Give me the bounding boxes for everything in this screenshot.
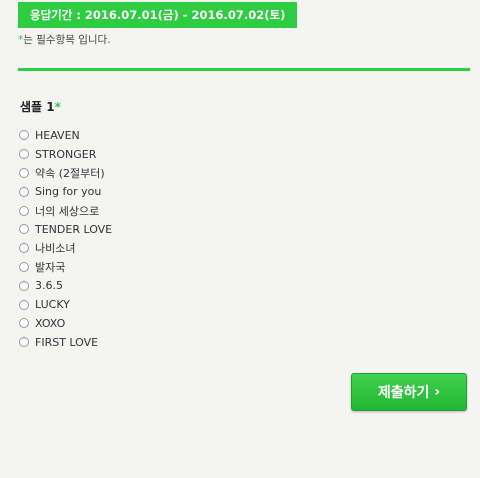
response-period-banner: 응답기간 : 2016.07.01(금) - 2016.07.02(토) (18, 2, 298, 28)
option-3-6-5[interactable]: 3.6.5 (19, 276, 112, 295)
option-label: TENDER LOVE (35, 222, 113, 236)
option-label: STRONGER (35, 147, 97, 161)
option-stronger[interactable]: STRONGER (19, 145, 112, 164)
radio-button[interactable] (19, 318, 29, 329)
radio-button[interactable] (19, 224, 29, 235)
option-label: 3.6.5 (35, 279, 63, 293)
radio-button[interactable] (19, 130, 29, 141)
option-first-love[interactable]: FIRST LOVE (19, 333, 112, 352)
radio-button[interactable] (19, 261, 29, 272)
option-footprints[interactable]: 발자국 (19, 258, 112, 277)
option-sing-for-you[interactable]: Sing for you (19, 182, 112, 201)
option-label: 약속 (2절부터) (35, 166, 105, 180)
radio-button[interactable] (19, 186, 29, 197)
required-note-text: 는 필수항목 입니다. (23, 34, 111, 46)
option-label: HEAVEN (35, 128, 80, 142)
option-heaven[interactable]: HEAVEN (19, 126, 112, 145)
radio-button[interactable] (19, 337, 29, 348)
option-promise[interactable]: 약속 (2절부터) (19, 164, 112, 183)
radio-button[interactable] (19, 299, 29, 310)
option-butterfly-girl[interactable]: 나비소녀 (19, 239, 112, 258)
option-label: 발자국 (35, 260, 66, 274)
option-label: 나비소녀 (35, 242, 76, 256)
required-note: *는 필수항목 입니다. (18, 32, 111, 47)
radio-button[interactable] (19, 280, 29, 291)
radio-button[interactable] (19, 149, 29, 160)
option-label: XOXO (35, 316, 66, 330)
submit-label: 제출하기 (377, 385, 430, 401)
option-your-world[interactable]: 너의 세상으로 (19, 201, 112, 220)
required-star: * (54, 100, 61, 114)
option-label: Sing for you (35, 185, 102, 199)
chevron-right-icon: › (434, 384, 441, 400)
option-label: LUCKY (35, 298, 70, 312)
question-title-text: 샘플 1 (20, 100, 55, 114)
option-label: 너의 세상으로 (35, 204, 100, 218)
option-list: HEAVEN STRONGER 약속 (2절부터) Sing for you 너… (19, 126, 112, 352)
option-lucky[interactable]: LUCKY (19, 295, 112, 314)
question-title: 샘플 1* (20, 98, 61, 115)
option-label: FIRST LOVE (35, 335, 99, 349)
option-tender-love[interactable]: TENDER LOVE (19, 220, 112, 239)
section-divider (18, 68, 470, 71)
radio-button[interactable] (19, 243, 29, 254)
option-xoxo[interactable]: XOXO (19, 314, 112, 333)
radio-button[interactable] (19, 205, 29, 216)
radio-button[interactable] (19, 167, 29, 178)
submit-button[interactable]: 제출하기 › (351, 373, 467, 411)
